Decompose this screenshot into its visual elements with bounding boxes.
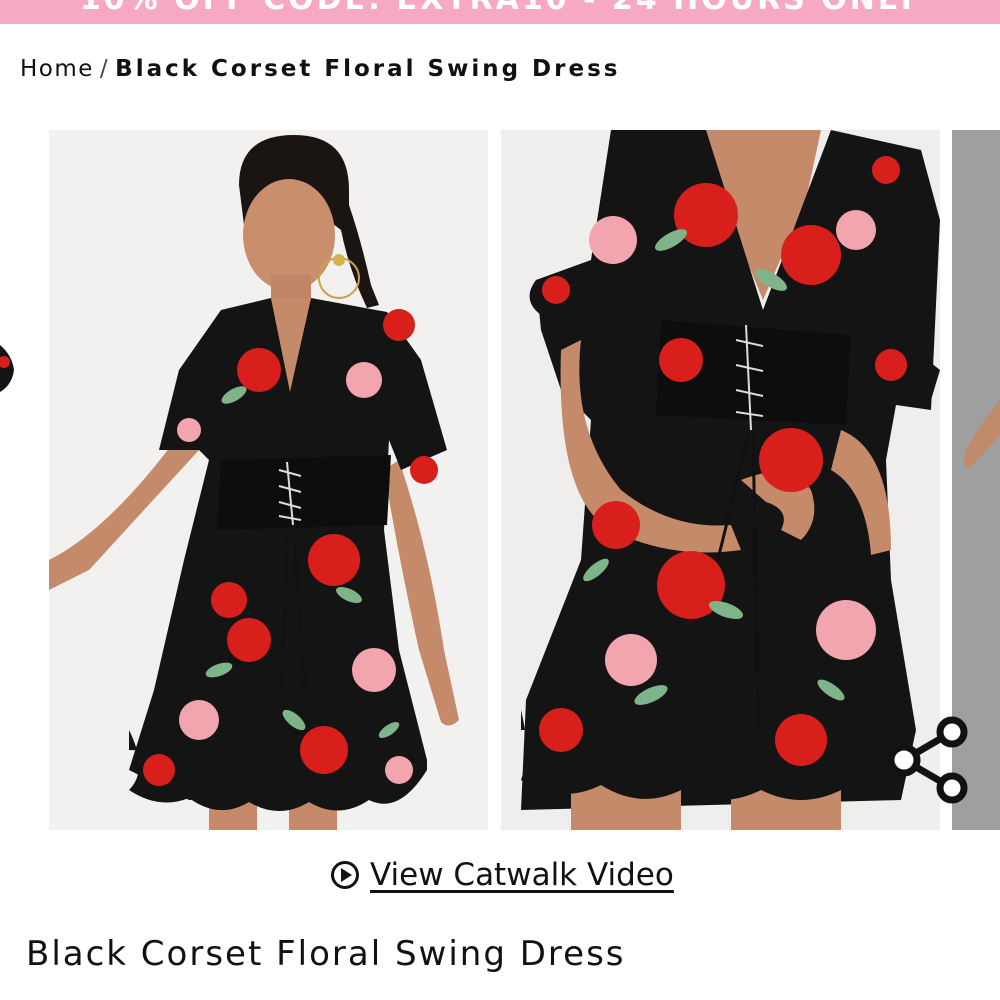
promo-banner[interactable]: 10% OFF CODE: EXTRA10 - 24 HOURS ONLY	[0, 0, 1000, 24]
gallery-image-previous[interactable]	[0, 130, 14, 830]
product-title: Black Corset Floral Swing Dress	[26, 934, 626, 974]
product-image-gallery[interactable]	[0, 130, 1000, 830]
play-circle-icon	[331, 861, 359, 889]
breadcrumb-home-link[interactable]: Home	[20, 56, 94, 82]
gallery-image-front[interactable]	[49, 130, 488, 830]
breadcrumb-current: Black Corset Floral Swing Dress	[115, 56, 621, 82]
view-catwalk-video-link[interactable]: View Catwalk Video	[330, 853, 674, 897]
catwalk-video-label[interactable]: View Catwalk Video	[370, 857, 674, 893]
gallery-image-detail[interactable]	[501, 130, 940, 830]
share-icon[interactable]	[884, 716, 972, 804]
breadcrumb-separator: /	[99, 56, 110, 82]
breadcrumb: Home / Black Corset Floral Swing Dress	[20, 56, 620, 82]
promo-text: 10% OFF CODE: EXTRA10 - 24 HOURS ONLY	[0, 0, 1000, 17]
